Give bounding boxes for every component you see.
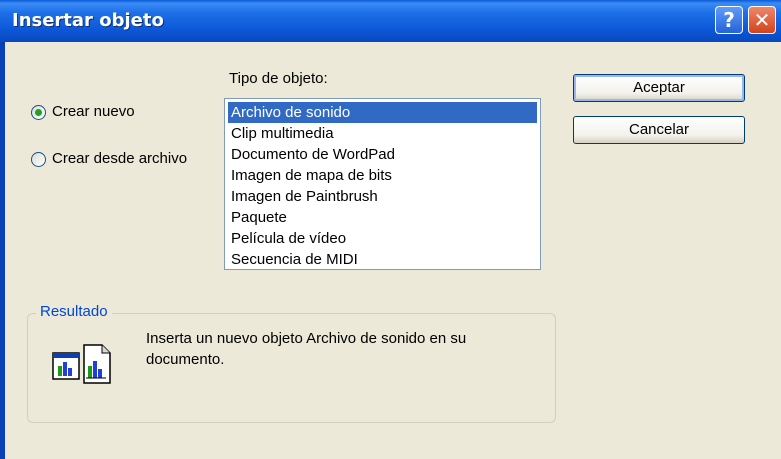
result-group-title: Resultado <box>36 303 112 320</box>
list-item[interactable]: Clip multimedia <box>228 123 537 144</box>
list-item[interactable]: Paquete <box>228 207 537 228</box>
object-type-listbox[interactable]: Archivo de sonido Clip multimedia Docume… <box>224 98 541 270</box>
close-button[interactable]: ✕ <box>748 6 776 34</box>
title-bar[interactable]: Insertar objeto ? ✕ <box>0 0 781 42</box>
insert-object-dialog: Insertar objeto ? ✕ Crear nuevo Crear de… <box>0 0 781 459</box>
window-frame-left <box>0 42 5 459</box>
radio-create-new-circle[interactable] <box>31 105 46 120</box>
list-item-selected[interactable]: Archivo de sonido <box>228 102 537 123</box>
radio-create-from-file-circle[interactable] <box>31 152 46 167</box>
object-type-label: Tipo de objeto: <box>229 70 328 87</box>
ok-button[interactable]: Aceptar <box>573 74 745 102</box>
list-item[interactable]: Documento de WordPad <box>228 144 537 165</box>
list-item[interactable]: Imagen de Paintbrush <box>228 186 537 207</box>
list-item[interactable]: Secuencia de MIDI <box>228 249 537 270</box>
radio-selected-dot <box>35 109 42 116</box>
dialog-title: Insertar objeto <box>12 10 164 31</box>
radio-create-from-file-label[interactable]: Crear desde archivo <box>52 150 187 167</box>
list-item[interactable]: Película de vídeo <box>228 228 537 249</box>
help-button[interactable]: ? <box>715 6 743 34</box>
radio-create-new-label[interactable]: Crear nuevo <box>52 103 135 120</box>
list-item[interactable]: Imagen de mapa de bits <box>228 165 537 186</box>
result-description: Inserta un nuevo objeto Archivo de sonid… <box>146 330 467 368</box>
cancel-button[interactable]: Cancelar <box>573 116 745 144</box>
insert-object-icon <box>50 342 122 395</box>
